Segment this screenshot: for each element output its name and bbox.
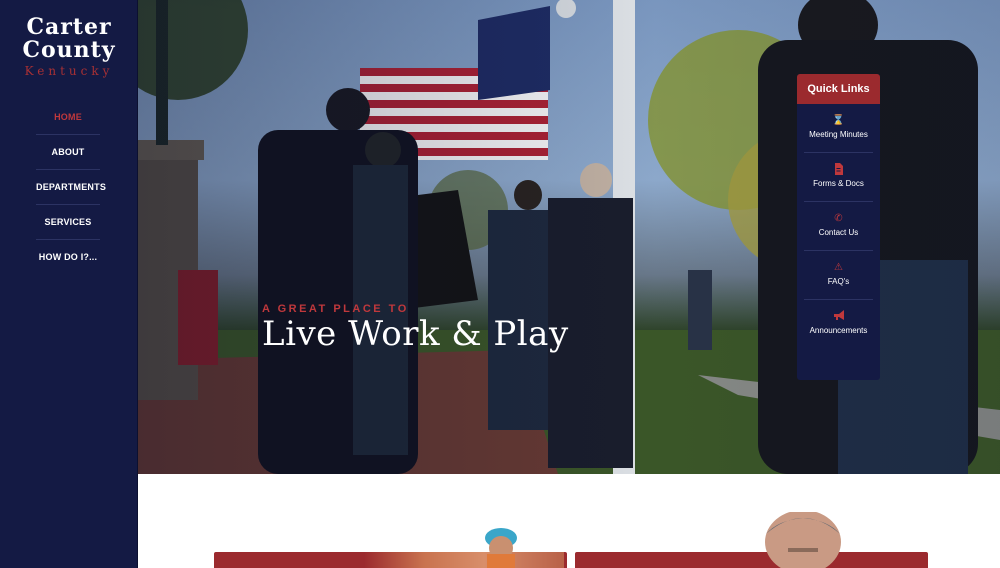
feature-card-right[interactable] [575,552,928,568]
document-icon [804,163,873,177]
quick-link-label: Forms & Docs [813,179,864,188]
quick-link-label: Meeting Minutes [809,130,868,139]
nav-item-home[interactable]: HOME [36,100,100,135]
logo-line-1: Carter [26,14,112,40]
quick-link-label: Announcements [809,326,868,335]
warning-icon: ⚠ [834,262,843,273]
official-portrait [765,512,841,568]
megaphone-icon [804,310,873,324]
quick-link-label: FAQ's [827,277,850,286]
phone-icon: ✆ [834,213,843,224]
card-photo [364,552,564,568]
quick-link-announcements[interactable]: Announcements [804,300,873,349]
hourglass-icon: ⌛ [832,115,845,126]
logo-line-2: County [22,37,116,63]
hero-headline: Live Work & Play [262,314,569,354]
quick-link-label: Contact Us [818,228,859,237]
nav-item-how-do-i[interactable]: HOW DO I?... [36,240,100,275]
content-section [138,474,1000,568]
quick-link-meeting-minutes[interactable]: ⌛ Meeting Minutes [804,104,873,153]
quick-links-panel: Quick Links ⌛ Meeting Minutes Forms & Do… [797,74,880,380]
nav-item-services[interactable]: SERVICES [36,205,100,240]
logo-line-3: Kentucky [24,64,114,78]
site-logo[interactable]: Carter County Kentucky [0,16,138,79]
climber-photo [485,528,517,568]
nav-item-about[interactable]: ABOUT [36,135,100,170]
sidebar: Carter County Kentucky HOME ABOUT DEPART… [0,0,138,568]
quick-link-contact-us[interactable]: ✆ Contact Us [804,202,873,251]
quick-link-faqs[interactable]: ⚠ FAQ's [804,251,873,300]
nav-item-departments[interactable]: DEPARTMENTS [36,170,106,205]
quick-link-forms-docs[interactable]: Forms & Docs [804,153,873,202]
main-nav: HOME ABOUT DEPARTMENTS SERVICES HOW DO I… [36,100,106,275]
quick-links-title: Quick Links [797,74,880,104]
